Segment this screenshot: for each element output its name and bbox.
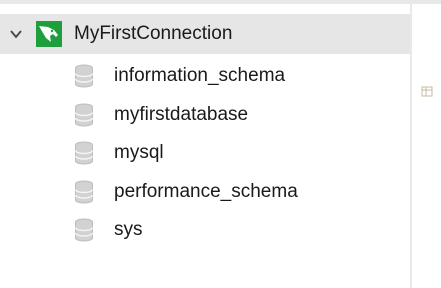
schema-label: mysql (114, 142, 164, 164)
schema-label: sys (114, 219, 143, 241)
database-icon (74, 64, 94, 88)
database-icon (74, 103, 94, 127)
schema-label: myfirstdatabase (114, 103, 249, 125)
schema-item-mysql[interactable]: mysql (0, 134, 410, 173)
connection-label: MyFirstConnection (74, 23, 233, 44)
editor-panel (412, 4, 441, 288)
chevron-down-icon[interactable] (9, 27, 23, 41)
database-icon (74, 141, 94, 165)
database-icon (74, 218, 94, 242)
schema-list: information_schema myfirstdatabase mysql… (0, 57, 410, 250)
database-icon (74, 180, 94, 204)
connection-node[interactable]: MyFirstConnection (0, 14, 410, 54)
schema-item-information-schema[interactable]: information_schema (0, 57, 410, 96)
schema-item-myfirstdatabase[interactable]: myfirstdatabase (0, 96, 410, 135)
table-icon (421, 86, 433, 97)
schema-item-sys[interactable]: sys (0, 211, 410, 250)
schema-item-performance-schema[interactable]: performance_schema (0, 173, 410, 212)
schema-label: information_schema (114, 65, 286, 87)
schema-label: performance_schema (114, 180, 298, 202)
navigator-tree: MyFirstConnection information_schema myf… (0, 4, 410, 288)
mysql-dolphin-connection-icon (36, 21, 62, 47)
app-frame: MyFirstConnection information_schema myf… (0, 0, 441, 288)
